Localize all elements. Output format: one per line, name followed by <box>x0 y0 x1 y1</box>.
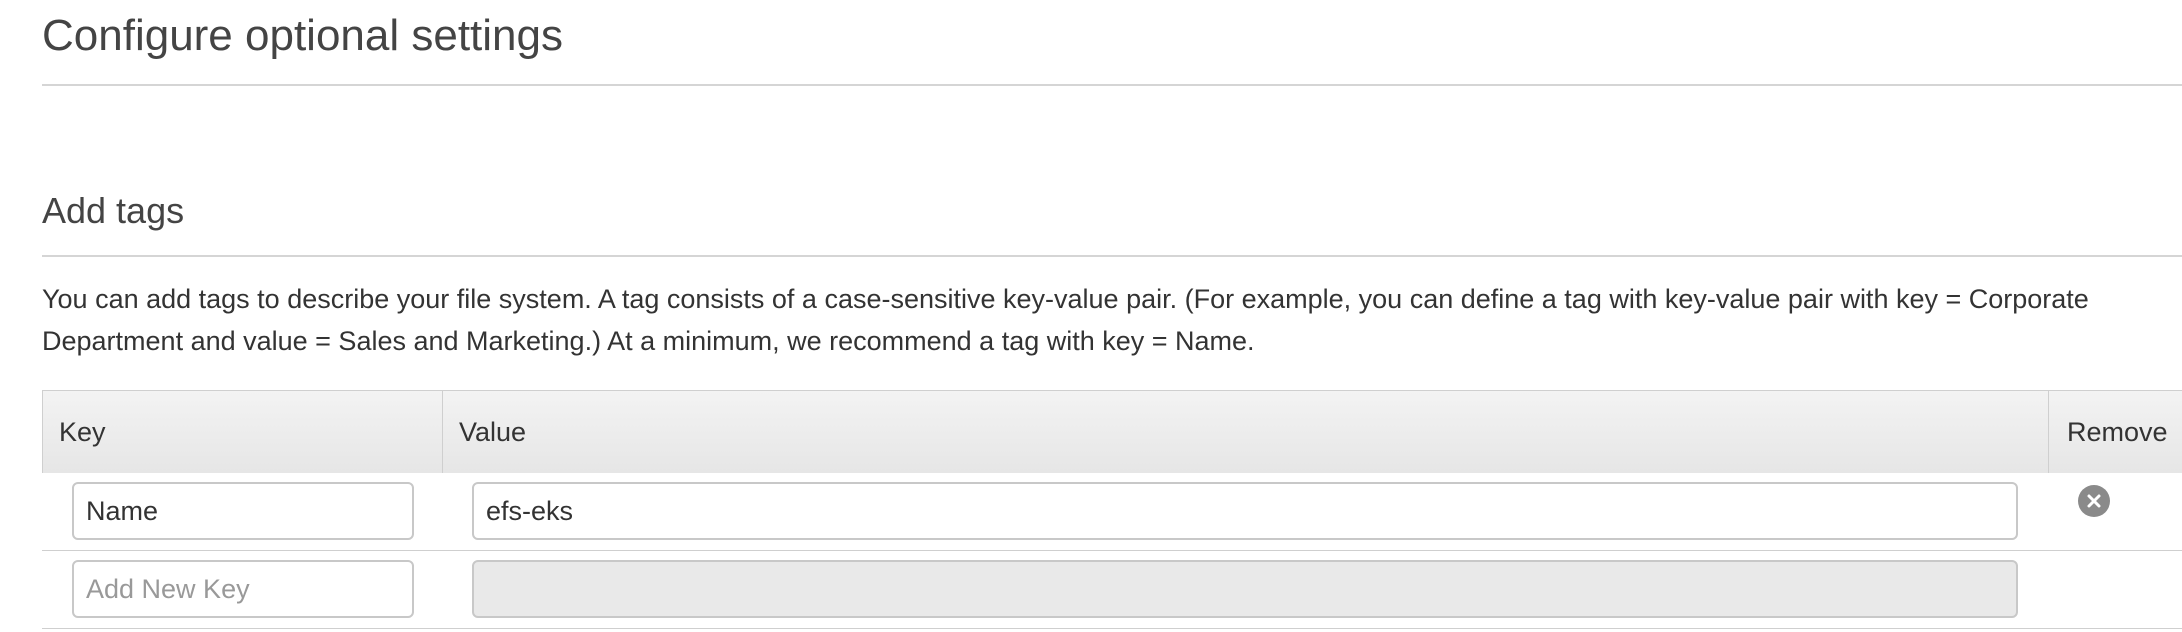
tags-table-header: Key Value Remove <box>42 390 2182 474</box>
tags-section-title: Add tags <box>42 190 185 231</box>
tag-key-input[interactable] <box>72 482 414 540</box>
close-circle-icon[interactable] <box>2078 485 2110 517</box>
column-header-key: Key <box>42 391 442 473</box>
column-header-remove: Remove <box>2048 391 2182 473</box>
tags-table: Key Value Remove <box>42 390 2182 632</box>
tags-section-divider <box>42 255 2182 257</box>
page-title: Configure optional settings <box>42 11 563 60</box>
table-row-new <box>42 551 2182 629</box>
tags-description: You can add tags to describe your file s… <box>42 284 2089 356</box>
column-header-value: Value <box>442 391 2048 473</box>
tag-value-input[interactable] <box>472 482 2018 540</box>
new-tag-key-input[interactable] <box>72 560 414 618</box>
optional-settings-page: Configure optional settings Add tags You… <box>0 0 2182 632</box>
new-tag-value-input <box>472 560 2018 618</box>
title-divider <box>42 84 2182 86</box>
table-row <box>42 473 2182 551</box>
